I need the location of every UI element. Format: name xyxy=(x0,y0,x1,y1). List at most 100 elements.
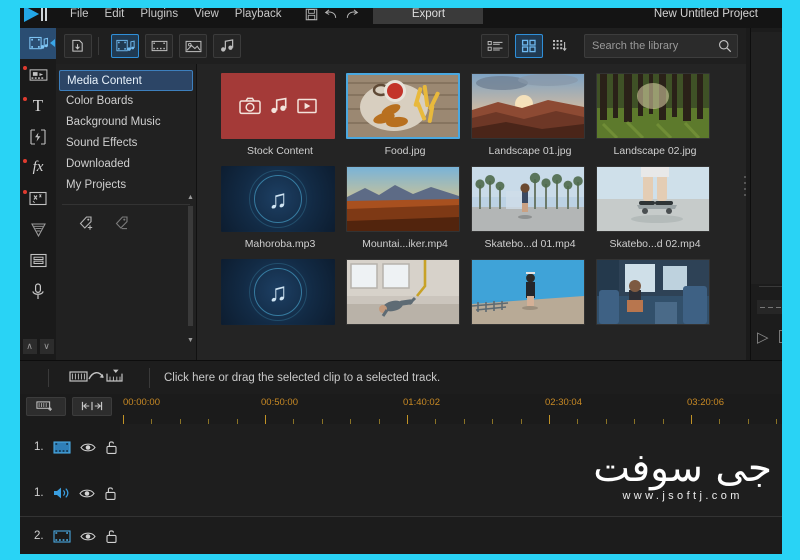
rail-scroll-up-button[interactable]: ∧ xyxy=(22,338,37,354)
rail-item-masks[interactable] xyxy=(20,183,56,214)
media-thumbnail[interactable] xyxy=(346,73,460,139)
media-thumbnail[interactable]: ♫ xyxy=(221,259,335,325)
track-number: 1. xyxy=(34,487,44,499)
rail-item-transitions[interactable] xyxy=(20,59,56,90)
media-thumbnail[interactable] xyxy=(221,73,335,139)
media-item-skateboard-01[interactable]: Skatebo...d 01.mp4 xyxy=(471,166,596,250)
rail-item-effects[interactable]: fx xyxy=(20,152,56,183)
media-item-label: Stock Content xyxy=(247,145,313,157)
unlock-icon[interactable] xyxy=(104,486,117,501)
track-headers: 1. 1. 2. xyxy=(20,424,121,554)
track-header-video-1[interactable]: 1. xyxy=(20,424,120,470)
ruler-label: 00:00:00 xyxy=(123,397,160,408)
media-item-gym[interactable] xyxy=(346,259,471,325)
panel-resize-grip[interactable] xyxy=(744,176,749,196)
media-item-train[interactable] xyxy=(596,259,721,325)
filter-video-icon[interactable] xyxy=(145,34,173,58)
media-thumbnail[interactable] xyxy=(471,73,585,139)
timeline-lanes[interactable] xyxy=(120,424,782,555)
track-header-video-2[interactable]: 2. xyxy=(20,516,120,555)
music-note-icon: ♫ xyxy=(268,277,288,307)
media-thumbnail[interactable] xyxy=(596,166,710,232)
sort-icon[interactable] xyxy=(547,35,571,57)
place-clip-icon[interactable] xyxy=(69,368,127,388)
video-track-icon[interactable] xyxy=(53,440,71,454)
project-title: New Untitled Project xyxy=(653,8,758,20)
category-color-boards[interactable]: Color Boards xyxy=(56,91,196,112)
filter-photo-icon[interactable] xyxy=(179,34,207,58)
remove-tag-icon[interactable] xyxy=(114,215,134,233)
list-view-button[interactable] xyxy=(481,34,509,58)
eye-icon[interactable] xyxy=(79,531,96,542)
media-item-mahoroba-mp3[interactable]: ♫ Mahoroba.mp3 xyxy=(221,166,346,250)
ruler-label: 02:30:04 xyxy=(545,397,582,408)
category-sidebar: Media Content Color Boards Background Mu… xyxy=(56,64,197,360)
search-box[interactable] xyxy=(584,34,738,58)
track-header-audio-1[interactable]: 1. xyxy=(20,470,120,516)
media-thumbnail[interactable] xyxy=(346,259,460,325)
fit-timeline-button[interactable] xyxy=(72,396,112,416)
ruler-label: 00:50:00 xyxy=(261,397,298,408)
audio-track-icon[interactable] xyxy=(53,486,70,500)
unlock-icon[interactable] xyxy=(105,529,118,544)
video-track-icon[interactable] xyxy=(53,529,71,543)
category-sound-effects[interactable]: Sound Effects xyxy=(56,133,196,154)
media-thumbnail[interactable] xyxy=(346,166,460,232)
category-my-projects[interactable]: My Projects xyxy=(56,175,196,196)
ruler-label: 03:20:06 xyxy=(687,397,724,408)
rail-item-media-library[interactable] xyxy=(20,28,56,59)
rail-scroll-controls: ∧ ∨ xyxy=(20,336,56,356)
media-thumbnail[interactable]: ♫ xyxy=(221,166,335,232)
rail-item-voice-over[interactable] xyxy=(20,276,56,307)
category-background-music[interactable]: Background Music xyxy=(56,112,196,133)
import-icon[interactable] xyxy=(64,34,92,58)
music-note-icon: ♫ xyxy=(268,184,288,214)
category-downloaded[interactable]: Downloaded xyxy=(56,154,196,175)
media-item-mountain-biker[interactable]: Mountai...iker.mp4 xyxy=(346,166,471,250)
media-item-pier[interactable] xyxy=(471,259,596,325)
frame-top xyxy=(0,0,800,8)
category-media-content[interactable]: Media Content xyxy=(59,70,193,91)
timeline-lane-video-2[interactable] xyxy=(120,516,782,555)
preview-panel: ▷ xyxy=(750,28,794,360)
grid-view-button[interactable] xyxy=(515,34,543,58)
rail-item-split-screen[interactable] xyxy=(20,245,56,276)
add-marker-button[interactable] xyxy=(26,396,66,416)
eye-icon[interactable] xyxy=(79,442,96,453)
search-icon xyxy=(718,39,732,53)
media-item-skateboard-02[interactable]: Skatebo...d 02.mp4 xyxy=(596,166,721,250)
timeline-ruler[interactable]: 00:00:00 00:50:00 01:40:02 02:30:04 03:2… xyxy=(120,394,782,425)
media-thumbnail[interactable] xyxy=(596,259,710,325)
media-item-label: Skatebo...d 01.mp4 xyxy=(484,238,576,250)
media-item-food[interactable]: Food.jpg xyxy=(346,73,471,157)
rail-scroll-down-button[interactable]: ∨ xyxy=(39,338,54,354)
media-item-stock-content[interactable]: Stock Content xyxy=(221,73,346,157)
media-item-landscape-02[interactable]: Landscape 02.jpg xyxy=(596,73,721,157)
play-icon[interactable]: ▷ xyxy=(757,328,769,346)
media-thumbnail[interactable] xyxy=(471,259,585,325)
search-input[interactable] xyxy=(585,39,714,53)
timeline-lane-video-1[interactable] xyxy=(120,424,782,516)
rail-item-particles[interactable] xyxy=(20,214,56,245)
tag-actions xyxy=(56,205,196,233)
eye-icon[interactable] xyxy=(78,488,95,499)
ruler-label: 01:40:02 xyxy=(403,397,440,408)
cat-scroll-up-icon[interactable]: ▲ xyxy=(187,194,194,201)
ruler-tick-major xyxy=(123,415,124,424)
media-thumbnail[interactable] xyxy=(596,73,710,139)
filter-audio-icon[interactable] xyxy=(213,34,241,58)
media-item-landscape-01[interactable]: Landscape 01.jpg xyxy=(471,73,596,157)
cat-scroll-down-icon[interactable]: ▼ xyxy=(187,337,194,344)
media-item-audio-2[interactable]: ♫ xyxy=(221,259,346,325)
ruler-tick-major xyxy=(549,415,550,424)
rail-item-titles[interactable]: T xyxy=(20,90,56,121)
media-thumbnail[interactable] xyxy=(471,166,585,232)
ruler-tick-major xyxy=(265,415,266,424)
add-tag-icon[interactable] xyxy=(78,215,98,233)
category-scrollbar[interactable]: ▲ ▼ xyxy=(187,194,194,344)
unlock-icon[interactable] xyxy=(105,440,118,455)
camera-icon xyxy=(239,97,261,115)
video-play-icon xyxy=(297,98,317,114)
rail-item-overlays[interactable] xyxy=(20,121,56,152)
filter-all-media-icon[interactable] xyxy=(111,34,139,58)
